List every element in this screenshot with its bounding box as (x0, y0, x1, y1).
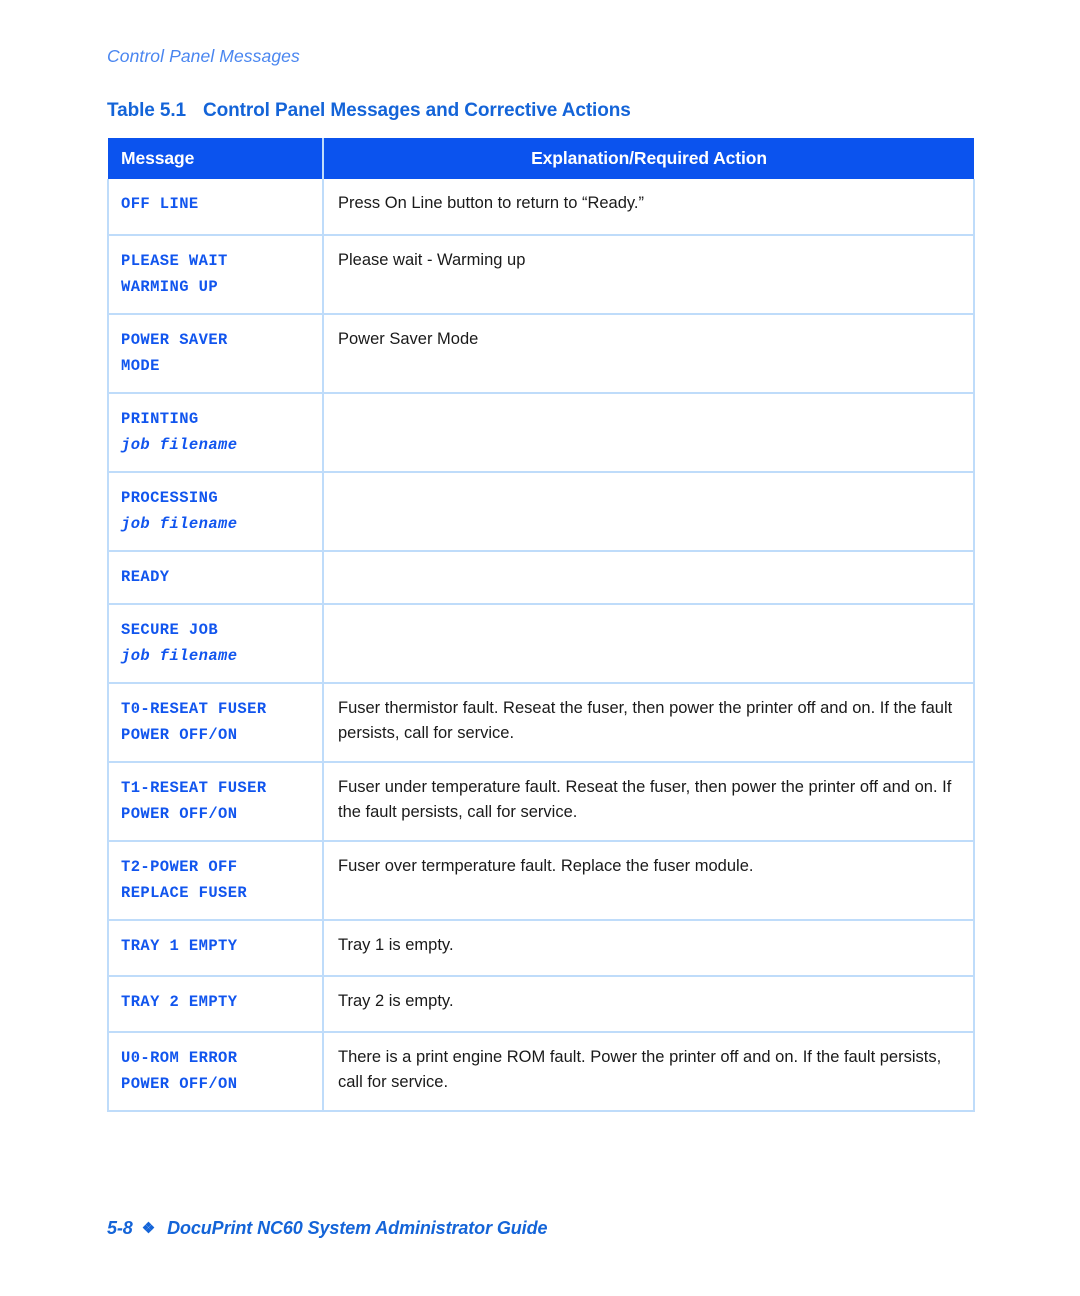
table-row: T1-RESEAT FUSER POWER OFF/ON Fuser under t… (107, 762, 975, 842)
message-line: T2-POWER OFF (121, 858, 238, 876)
cell-message: READY (107, 551, 324, 605)
cell-explanation: Power Saver Mode (323, 314, 975, 394)
message-line: TRAY 1 EMPTY (121, 937, 238, 955)
message-line: WARMING UP (121, 278, 219, 296)
cell-explanation: Please wait - Warming up (323, 235, 975, 315)
cell-message: T1-RESEAT FUSER POWER OFF/ON (107, 762, 324, 842)
cell-message: T0-RESEAT FUSER POWER OFF/ON (107, 683, 324, 763)
cell-message: PROCESSING job filename (107, 472, 324, 552)
message-line: job filename (121, 436, 238, 454)
explanation-text: Please wait - Warming up (338, 251, 526, 269)
cell-message: T2-POWER OFF REPLACE FUSER (107, 841, 324, 921)
cell-message: OFF LINE (107, 179, 324, 236)
cell-explanation: Press On Line button to return to “Ready… (323, 179, 975, 236)
table-body: OFF LINE Press On Line button to return t… (107, 179, 975, 1112)
explanation-text: Fuser over termperature fault. Replace t… (338, 857, 754, 875)
cell-message: POWER SAVER MODE (107, 314, 324, 394)
message-line: PRINTING (121, 410, 199, 428)
running-head: Control Panel Messages (107, 46, 300, 66)
explanation-text: Tray 1 is empty. (338, 936, 454, 954)
cell-explanation: There is a print engine ROM fault. Power… (323, 1032, 975, 1112)
message-line: job filename (121, 647, 238, 665)
cell-explanation (323, 393, 975, 473)
message-line: job filename (121, 515, 238, 533)
table-row: OFF LINE Press On Line button to return t… (107, 179, 975, 236)
table-row: TRAY 2 EMPTY Tray 2 is empty. (107, 976, 975, 1033)
message-line: TRAY 2 EMPTY (121, 993, 238, 1011)
cell-message: PLEASE WAIT WARMING UP (107, 235, 324, 315)
table-row: T2-POWER OFF REPLACE FUSER Fuser over term… (107, 841, 975, 921)
explanation-text: Press On Line button to return to “Ready… (338, 194, 645, 212)
footer-guide-title: DocuPrint NC60 System Administrator Guid… (167, 1218, 548, 1238)
message-line: READY (121, 568, 170, 586)
diamond-icon: ❖ (141, 1220, 156, 1237)
table-row: TRAY 1 EMPTY Tray 1 is empty. (107, 920, 975, 977)
table-caption-title: Control Panel Messages and Corrective Ac… (203, 100, 631, 121)
cell-message: TRAY 1 EMPTY (107, 920, 324, 977)
explanation-text: Fuser thermistor fault. Reseat the fuser… (338, 699, 953, 742)
table-caption: Table 5.1 Control Panel Messages and Corr… (107, 100, 631, 122)
explanation-text: Tray 2 is empty. (338, 992, 454, 1010)
message-line: POWER OFF/ON (121, 1075, 238, 1093)
message-line: T0-RESEAT FUSER (121, 700, 267, 718)
message-line: POWER SAVER (121, 331, 228, 349)
table-row: U0-ROM ERROR POWER OFF/ON There is a print… (107, 1032, 975, 1112)
message-line: SECURE JOB (121, 621, 219, 639)
explanation-text: Power Saver Mode (338, 330, 479, 348)
table-row: T0-RESEAT FUSER POWER OFF/ON Fuser thermis… (107, 683, 975, 763)
column-header-message: Message (108, 138, 324, 179)
footer-page-number: 5-8 (107, 1218, 133, 1238)
table-row: POWER SAVER MODE Power Saver Mode (107, 314, 975, 394)
message-line: POWER OFF/ON (121, 726, 238, 744)
cell-explanation: Tray 1 is empty. (323, 920, 975, 977)
message-line: OFF LINE (121, 195, 199, 213)
table-row: PLEASE WAIT WARMING UP Please wait - Warmi… (107, 235, 975, 315)
explanation-text: Fuser under temperature fault. Reseat th… (338, 778, 952, 821)
table-header: Message Explanation/Required Action (108, 138, 974, 179)
message-line: PROCESSING (121, 489, 219, 507)
cell-message: TRAY 2 EMPTY (107, 976, 324, 1033)
table-row: PROCESSING job filename (107, 472, 975, 552)
message-line: U0-ROM ERROR (121, 1049, 238, 1067)
document-page: Control Panel Messages Table 5.1 Control … (0, 0, 1080, 1296)
cell-explanation: Fuser under temperature fault. Reseat th… (323, 762, 975, 842)
message-line: REPLACE FUSER (121, 884, 248, 902)
cell-message: U0-ROM ERROR POWER OFF/ON (107, 1032, 324, 1112)
table-row: SECURE JOB job filename (107, 604, 975, 684)
table-row: READY (107, 551, 975, 605)
message-line: MODE (121, 357, 160, 375)
cell-explanation: Fuser over termperature fault. Replace t… (323, 841, 975, 921)
explanation-text: There is a print engine ROM fault. Power… (338, 1048, 942, 1091)
table-row: PRINTING job filename (107, 393, 975, 473)
cell-message: PRINTING job filename (107, 393, 324, 473)
message-line: PLEASE WAIT (121, 252, 228, 270)
table-caption-number: Table 5.1 (107, 100, 187, 121)
table-header-row: Message Explanation/Required Action (108, 138, 974, 179)
cell-explanation: Tray 2 is empty. (323, 976, 975, 1033)
cell-explanation (323, 551, 975, 605)
message-line: POWER OFF/ON (121, 805, 238, 823)
cell-explanation (323, 472, 975, 552)
cell-explanation (323, 604, 975, 684)
message-line: T1-RESEAT FUSER (121, 779, 267, 797)
column-header-explanation: Explanation/Required Action (323, 138, 974, 179)
cell-explanation: Fuser thermistor fault. Reseat the fuser… (323, 683, 975, 763)
page-footer: 5-8 ❖ DocuPrint NC60 System Administrator … (107, 1218, 547, 1239)
control-panel-messages-table: Message Explanation/Required Action OFF … (107, 138, 975, 1112)
cell-message: SECURE JOB job filename (107, 604, 324, 684)
